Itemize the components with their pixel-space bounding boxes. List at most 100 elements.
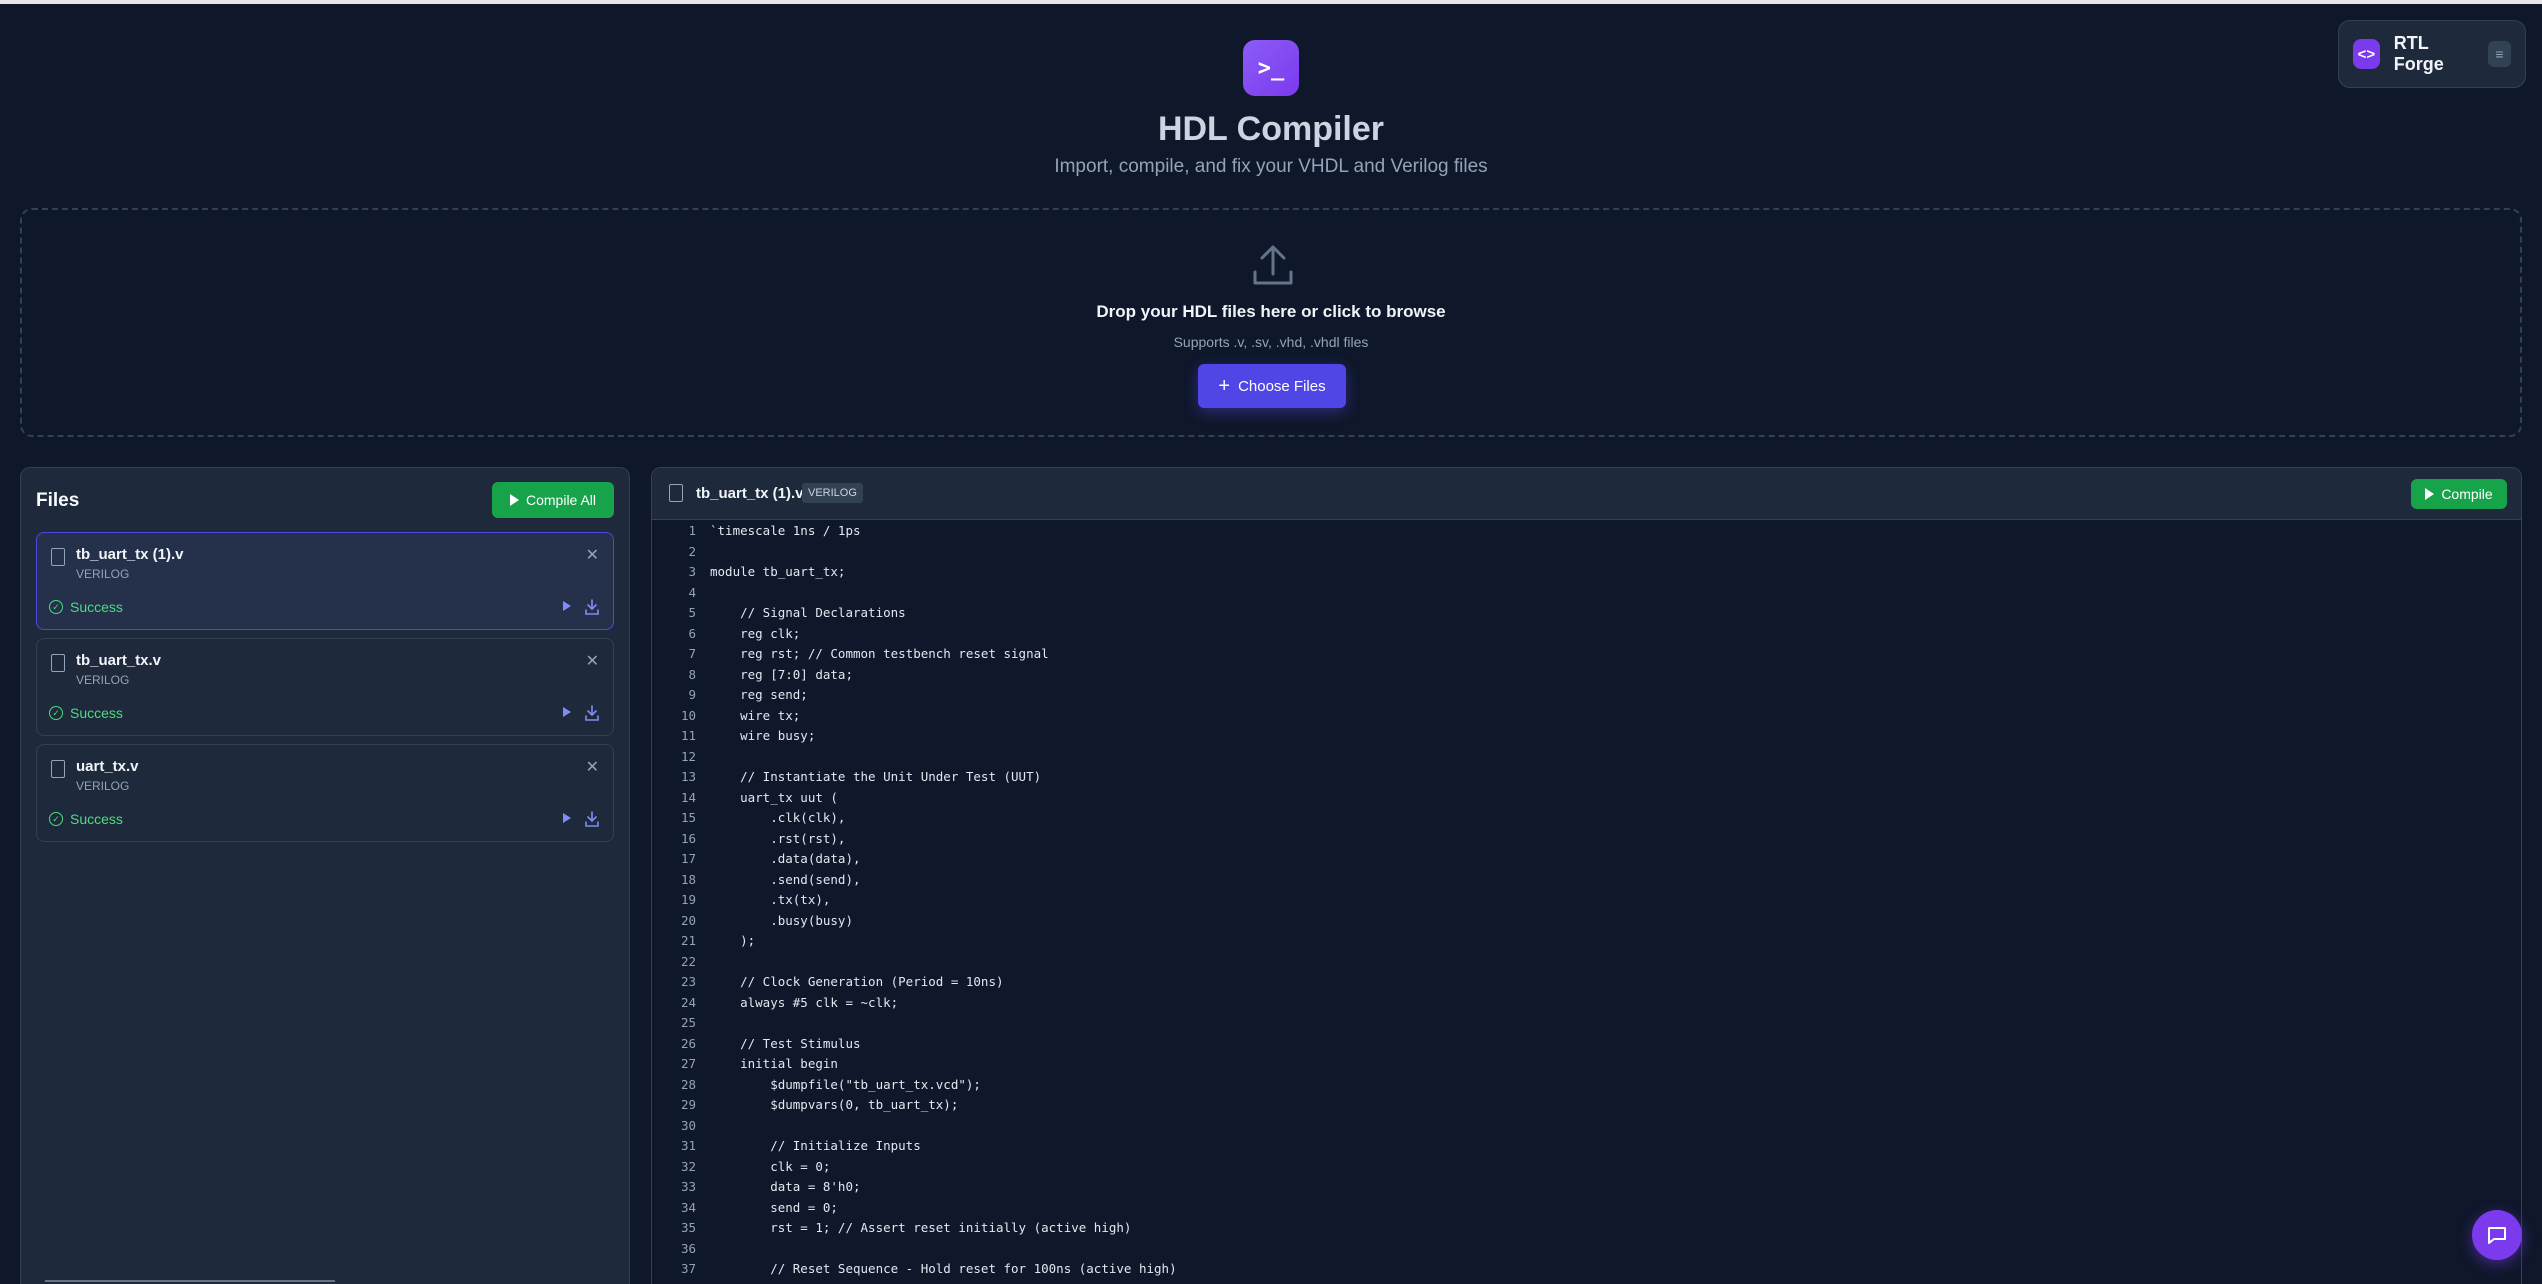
- line-number: 19: [680, 892, 696, 907]
- line-content: // Instantiate the Unit Under Test (UUT): [710, 769, 1042, 784]
- line-number: 17: [680, 851, 696, 866]
- code-line: 35 rst = 1; // Assert reset initially (a…: [652, 1220, 2521, 1241]
- compile-button[interactable]: Compile: [2411, 479, 2507, 509]
- download-icon[interactable]: [585, 599, 599, 615]
- file-card[interactable]: uart_tx.v VERILOG ✕ ✓ Success: [36, 744, 614, 842]
- dropzone-title: Drop your HDL files here or click to bro…: [1096, 302, 1446, 321]
- line-content: .rst(rst),: [710, 830, 846, 846]
- code-line: 9 reg send;: [652, 687, 2521, 708]
- line-content: reg clk;: [710, 625, 801, 641]
- file-icon: [51, 548, 65, 566]
- code-line: 7 reg rst; // Common testbench reset sig…: [652, 646, 2521, 667]
- file-language: VERILOG: [76, 779, 130, 793]
- line-content: wire busy;: [710, 728, 816, 743]
- line-content: reg rst; // Common testbench reset signa…: [710, 646, 1049, 661]
- line-number: 7: [688, 646, 696, 661]
- line-content: $dumpfile("tb_uart_tx.vcd");: [710, 1076, 981, 1092]
- dropzone-subtitle: Supports .v, .sv, .vhd, .vhdl files: [1173, 334, 1369, 350]
- chat-icon: [2488, 1227, 2506, 1244]
- compile-all-button[interactable]: Compile All: [492, 482, 614, 518]
- status-badge: ✓ Success: [49, 811, 123, 827]
- top-border: [0, 0, 2542, 4]
- compile-label: Compile: [2441, 486, 2493, 502]
- status-label: Success: [70, 599, 123, 615]
- status-badge: ✓ Success: [49, 705, 123, 721]
- play-icon: [563, 601, 571, 611]
- code-line: 13 // Instantiate the Unit Under Test (U…: [652, 769, 2521, 790]
- code-line: 21 );: [652, 933, 2521, 954]
- file-card[interactable]: tb_uart_tx.v VERILOG ✕ ✓ Success: [36, 638, 614, 736]
- line-content: .busy(busy): [710, 912, 853, 928]
- file-language: VERILOG: [76, 567, 130, 581]
- file-name: tb_uart_tx.v: [76, 652, 162, 669]
- close-icon[interactable]: ✕: [586, 757, 599, 777]
- line-number: 36: [680, 1240, 696, 1256]
- brand-name: RTL Forge: [2393, 33, 2444, 74]
- brand-widget[interactable]: <> RTL Forge ≡: [2338, 20, 2526, 88]
- code-line: 33 data = 8'h0;: [652, 1179, 2521, 1200]
- code-line: 36: [652, 1241, 2521, 1262]
- code-line: 14 uart_tx uut (: [652, 790, 2521, 811]
- check-circle-icon: ✓: [49, 600, 63, 614]
- line-number: 27: [680, 1056, 696, 1071]
- file-language: VERILOG: [76, 673, 130, 687]
- line-number: 29: [680, 1097, 696, 1112]
- menu-icon[interactable]: ≡: [2487, 41, 2511, 67]
- download-icon[interactable]: [585, 705, 599, 721]
- horizontal-scrollbar[interactable]: [45, 1280, 335, 1282]
- line-number: 23: [680, 974, 696, 989]
- line-number: 37: [680, 1261, 696, 1276]
- line-number: 31: [680, 1138, 696, 1153]
- status-badge: ✓ Success: [49, 599, 123, 615]
- code-text-area[interactable]: 1 `timescale 1ns / 1ps 2 3 module tb_uart_tx…: [652, 523, 2521, 1282]
- line-number: 8: [688, 666, 696, 682]
- line-number: 6: [688, 625, 696, 641]
- line-content: // Test Stimulus: [710, 1035, 861, 1051]
- run-file-button[interactable]: [563, 707, 571, 717]
- terminal-icon: >_: [1243, 40, 1299, 96]
- code-line: 3 module tb_uart_tx;: [652, 564, 2521, 585]
- line-content: // Clock Generation (Period = 10ns): [710, 974, 1004, 989]
- line-content: .tx(tx),: [710, 892, 831, 907]
- run-file-button[interactable]: [563, 601, 571, 611]
- line-number: 5: [688, 605, 696, 620]
- line-content: .send(send),: [710, 871, 861, 887]
- close-icon[interactable]: ✕: [586, 545, 599, 565]
- file-card[interactable]: tb_uart_tx (1).v VERILOG ✕ ✓ Success: [36, 532, 614, 630]
- line-number: 13: [680, 769, 696, 784]
- line-number: 35: [680, 1220, 696, 1235]
- line-number: 4: [688, 584, 696, 600]
- close-icon[interactable]: ✕: [586, 651, 599, 671]
- line-number: 25: [680, 1015, 696, 1030]
- line-content: module tb_uart_tx;: [710, 564, 846, 579]
- line-number: 18: [680, 871, 696, 887]
- line-content: send = 0;: [710, 1199, 838, 1215]
- editor-filename: tb_uart_tx (1).v: [696, 485, 804, 502]
- page-title: HDL Compiler: [1157, 110, 1385, 148]
- chat-button[interactable]: [2472, 1210, 2522, 1260]
- line-content: data = 8'h0;: [710, 1179, 861, 1194]
- line-content: wire tx;: [710, 707, 801, 723]
- play-icon: [2425, 488, 2435, 500]
- line-content: reg [7:0] data;: [710, 666, 853, 682]
- files-title: Files: [36, 490, 80, 511]
- file-icon: [51, 654, 65, 672]
- file-dropzone[interactable]: Drop your HDL files here or click to bro…: [20, 208, 2522, 437]
- run-file-button[interactable]: [563, 813, 571, 823]
- code-line: 16 .rst(rst),: [652, 831, 2521, 852]
- line-number: 22: [680, 953, 696, 969]
- code-line: 23 // Clock Generation (Period = 10ns): [652, 974, 2521, 995]
- language-badge: VERILOG: [802, 483, 863, 503]
- plus-icon: +: [1218, 375, 1231, 397]
- code-line: 12: [652, 749, 2521, 770]
- line-content: initial begin: [710, 1056, 838, 1071]
- download-icon[interactable]: [585, 811, 599, 827]
- line-content: );: [710, 933, 756, 948]
- line-content: .clk(clk),: [710, 810, 846, 825]
- choose-files-button[interactable]: + Choose Files: [1198, 364, 1346, 408]
- files-panel: Files Compile All tb_uart_tx (1).v VERIL…: [20, 467, 630, 1284]
- line-content: reg send;: [710, 687, 808, 702]
- line-number: 24: [680, 994, 696, 1010]
- line-number: 15: [680, 810, 696, 825]
- editor-header: tb_uart_tx (1).v VERILOG Compile: [652, 468, 2521, 520]
